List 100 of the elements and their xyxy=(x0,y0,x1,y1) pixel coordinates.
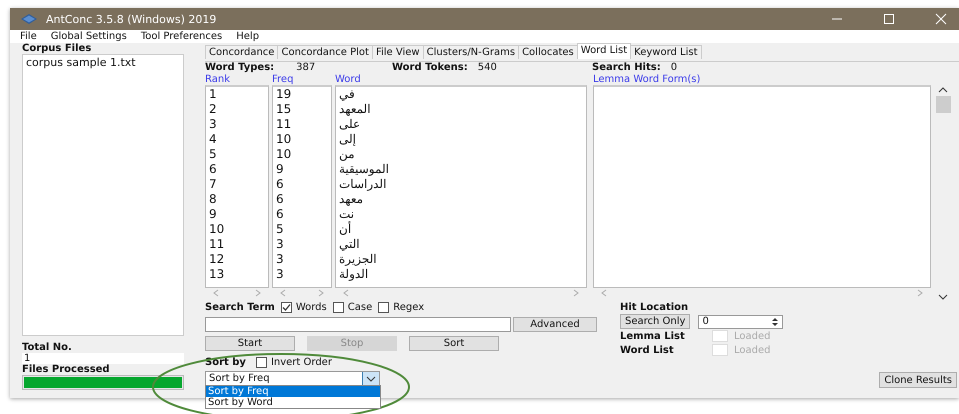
list-label: Word List xyxy=(620,344,675,356)
spin-arrows-icon xyxy=(770,316,780,326)
stat-value: 540 xyxy=(478,62,497,74)
table-cell-text: 3 xyxy=(275,237,285,252)
number-spinner[interactable]: 0 xyxy=(698,314,784,328)
tab[interactable]: Word List xyxy=(576,43,632,59)
word-cell-text: في xyxy=(338,87,356,102)
column-header[interactable]: Lemma Word Form(s) xyxy=(593,74,931,85)
table-cell-text: 1 xyxy=(208,87,218,102)
scroll-down-icon xyxy=(938,294,948,300)
scroll-left-icon xyxy=(343,289,349,297)
scroll-right-icon xyxy=(573,289,579,297)
table-cell-text: 3 xyxy=(208,117,218,132)
menu-item[interactable]: Help xyxy=(236,30,260,43)
search-only-button[interactable]: Search Only xyxy=(620,314,690,329)
checkbox-label: Regex xyxy=(393,302,424,312)
advanced-button[interactable]: Advanced xyxy=(513,317,597,332)
stat-label: Word Tokens: xyxy=(392,62,468,74)
table-cell-text: 13 xyxy=(208,267,226,282)
table-cell-text: 15 xyxy=(275,102,292,117)
word-cell-text: أن xyxy=(338,222,352,237)
tab[interactable]: Keyword List xyxy=(630,45,702,59)
close-icon xyxy=(935,13,947,25)
table-cell-text: 11 xyxy=(275,117,292,132)
table-cell-text: 5 xyxy=(275,222,285,237)
sort-dropdown[interactable]: Sort by Freq xyxy=(205,371,380,386)
checkbox[interactable] xyxy=(332,302,344,312)
table-cell-text: 19 xyxy=(275,87,292,102)
word-cell-text: الجزيرة xyxy=(338,252,378,267)
word-cell-text: إلى xyxy=(338,132,357,147)
action-button[interactable]: Start xyxy=(205,336,295,351)
list-label: Lemma List xyxy=(620,330,686,342)
app-logo-icon xyxy=(20,13,38,25)
table-cell-text: 3 xyxy=(275,267,285,282)
table-cell-text: 11 xyxy=(208,237,226,252)
scroll-left-icon xyxy=(280,289,286,297)
section-label: Corpus Files xyxy=(22,43,92,54)
search-term-label: Search Term xyxy=(205,302,275,312)
tab[interactable]: Clusters/N-Grams xyxy=(422,45,520,59)
scroll-right-icon xyxy=(255,289,261,297)
checkbox[interactable] xyxy=(280,302,292,312)
table-cell-text: 10 xyxy=(275,147,292,162)
table-cell-text: 6 xyxy=(275,177,285,192)
maximize-icon xyxy=(883,13,895,25)
scrollbar-thumb[interactable] xyxy=(936,96,950,113)
word-cell-text: على xyxy=(338,117,362,132)
scroll-left-icon xyxy=(601,289,607,297)
scroll-left-icon xyxy=(213,289,219,297)
stat-label: Search Hits: xyxy=(592,62,661,74)
table-cell-text: 6 xyxy=(275,192,285,207)
tab[interactable]: Concordance xyxy=(205,45,278,59)
checkbox[interactable] xyxy=(378,302,390,312)
section-label: Total No. xyxy=(22,342,73,353)
checkbox-label: Words xyxy=(296,302,327,312)
table-cell-text: 10 xyxy=(208,222,226,237)
table-cell-text: 7 xyxy=(208,177,218,192)
word-cell-text: من xyxy=(338,147,356,162)
word-cell-text: الدراسات xyxy=(338,177,388,192)
table-cell-text: 8 xyxy=(208,192,218,207)
loaded-label: Loaded xyxy=(734,330,770,342)
total-value: 1 xyxy=(22,353,184,364)
loaded-label: Loaded xyxy=(734,344,770,356)
dropdown-option[interactable]: Sort by Freq xyxy=(206,386,380,397)
table-cell-text: 9 xyxy=(208,207,218,222)
table-cell-text: 12 xyxy=(208,252,226,267)
word-cell-text: معهد xyxy=(338,192,364,207)
checkbox[interactable] xyxy=(256,357,267,368)
sort-by-label: Sort by xyxy=(205,357,246,368)
table-cell-text: 5 xyxy=(208,147,218,162)
table-cell-text: 6 xyxy=(208,162,218,177)
column-header[interactable]: Freq xyxy=(272,74,332,85)
word-cell-text: نت xyxy=(338,207,356,221)
table-cell-text: 10 xyxy=(275,132,292,147)
table-cell-text: 9 xyxy=(275,162,285,177)
checkbox-label: Case xyxy=(348,302,372,312)
action-button[interactable]: Sort xyxy=(409,336,499,351)
stat-label: Word Types: xyxy=(205,62,274,74)
section-label: Files Processed xyxy=(22,364,111,375)
menu-item[interactable]: Global Settings xyxy=(50,30,127,43)
column-header[interactable]: Rank xyxy=(205,74,269,85)
menu-item[interactable]: File xyxy=(20,30,37,43)
table-cell-text: 3 xyxy=(275,252,285,267)
scroll-right-icon xyxy=(917,289,923,297)
hit-location-label: Hit Location xyxy=(620,302,690,313)
table-cell-text: 2 xyxy=(208,102,218,117)
table-cell-text: 4 xyxy=(208,132,218,147)
scroll-right-icon xyxy=(318,289,324,297)
check-icon xyxy=(282,302,291,312)
stat-value: 387 xyxy=(296,62,316,74)
word-cell-text: الموسيقية xyxy=(338,162,390,177)
dropdown-option[interactable]: Sort by Word xyxy=(206,397,380,408)
stat-value: 0 xyxy=(670,62,678,74)
scroll-up-icon xyxy=(938,87,948,93)
word-cell-text: المعهد xyxy=(338,102,372,117)
search-field[interactable] xyxy=(205,317,511,332)
corpus-file-entry[interactable]: corpus sample 1.txt xyxy=(23,55,183,70)
clone-results-button[interactable]: Clone Results xyxy=(879,372,957,388)
table-cell-text: 6 xyxy=(275,207,285,222)
menu-item[interactable]: Tool Preferences xyxy=(140,30,222,43)
column-header[interactable]: Word xyxy=(335,74,587,85)
